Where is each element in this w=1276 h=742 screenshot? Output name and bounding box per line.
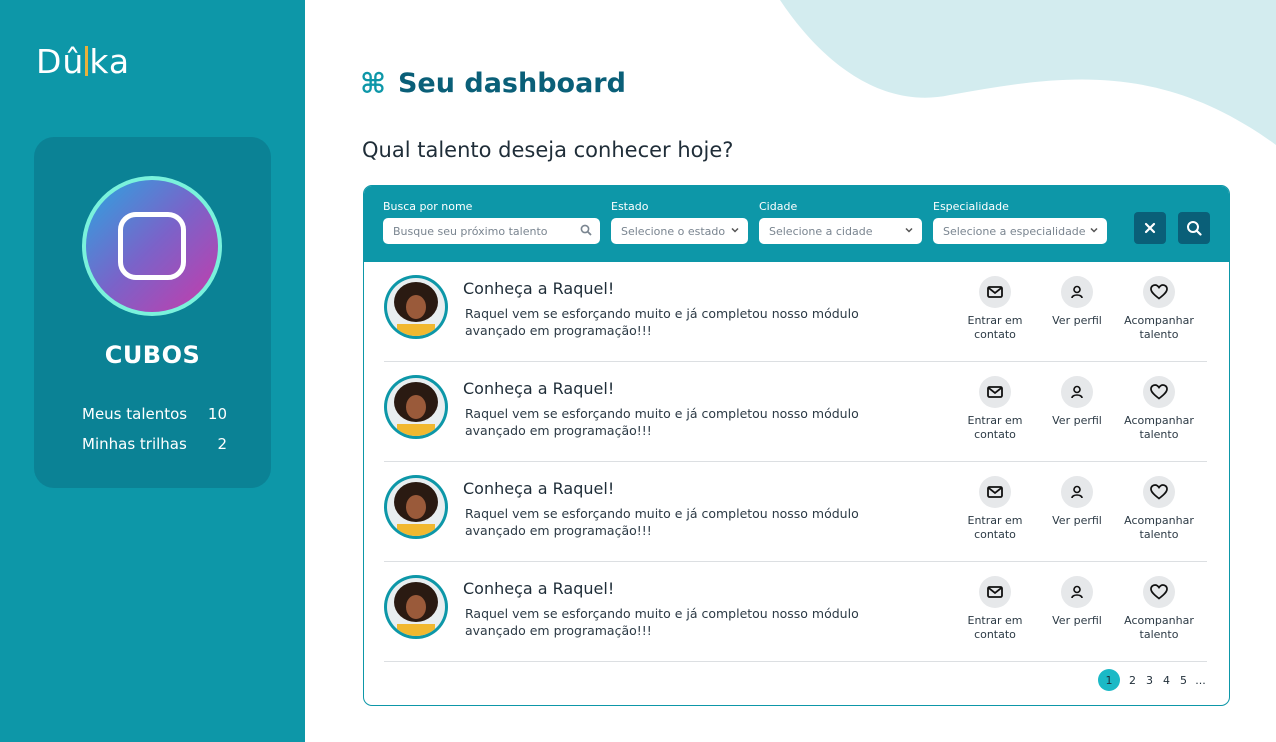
search-input[interactable]: Busque seu próximo talento: [383, 218, 600, 244]
contact-button[interactable]: Entrar em contato: [955, 576, 1035, 642]
filter-bar: Busca por nome Busque seu próximo talent…: [364, 186, 1229, 262]
talent-row: Conheça a Raquel! Raquel vem se esforçan…: [384, 362, 1207, 462]
page-1-button[interactable]: 1: [1098, 669, 1120, 691]
heart-icon: [1143, 276, 1175, 308]
talent-avatar[interactable]: [384, 375, 448, 439]
talent-avatar[interactable]: [384, 275, 448, 339]
view-profile-button[interactable]: Ver perfil: [1037, 276, 1117, 328]
close-icon: [1144, 222, 1156, 234]
page-subtitle: Qual talento deseja conhecer hoje?: [362, 138, 734, 162]
stat-value: 2: [217, 435, 227, 453]
contact-button[interactable]: Entrar em contato: [955, 276, 1035, 342]
user-icon: [1061, 576, 1093, 608]
state-select[interactable]: Selecione o estado: [611, 218, 748, 244]
stat-talents[interactable]: Meus talentos 10: [82, 405, 227, 423]
decorative-blob: [780, 0, 1276, 145]
chevron-down-icon: [1089, 225, 1099, 238]
contact-button[interactable]: Entrar em contato: [955, 376, 1035, 442]
page-title: ⌘ Seu dashboard: [360, 66, 626, 100]
profile-card: CUBOS Meus talentos 10 Minhas trilhas 2: [34, 137, 271, 488]
talent-title: Conheça a Raquel!: [463, 579, 615, 598]
talent-title: Conheça a Raquel!: [463, 279, 615, 298]
logo[interactable]: Dû ka: [36, 42, 130, 81]
talent-row: Conheça a Raquel! Raquel vem se esforçan…: [384, 262, 1207, 362]
chevron-down-icon: [730, 225, 740, 238]
follow-talent-button[interactable]: Acompanhar talento: [1119, 276, 1199, 342]
talent-description: Raquel vem se esforçando muito e já comp…: [465, 306, 859, 338]
company-avatar: [82, 176, 222, 316]
view-profile-button[interactable]: Ver perfil: [1037, 576, 1117, 628]
sidebar: Dû ka CUBOS Meus talentos 10 Minhas trilh…: [0, 0, 305, 742]
stat-label: Meus talentos: [82, 405, 188, 423]
chevron-down-icon: [904, 225, 914, 238]
filter-specialty: Especialidade Selecione a especialidade: [933, 200, 1107, 244]
page-3-button[interactable]: 3: [1143, 674, 1156, 687]
search-button[interactable]: [1178, 212, 1210, 244]
filter-state: Estado Selecione o estado: [611, 200, 748, 244]
stat-value: 10: [207, 405, 227, 423]
heart-icon: [1143, 376, 1175, 408]
talent-title: Conheça a Raquel!: [463, 379, 615, 398]
talent-avatar[interactable]: [384, 475, 448, 539]
specialty-select[interactable]: Selecione a especialidade: [933, 218, 1107, 244]
search-icon: [580, 224, 592, 239]
talent-panel: Busca por nome Busque seu próximo talent…: [363, 185, 1230, 706]
mail-icon: [979, 576, 1011, 608]
user-icon: [1061, 276, 1093, 308]
filter-city: Cidade Selecione a cidade: [759, 200, 922, 244]
follow-talent-button[interactable]: Acompanhar talento: [1119, 376, 1199, 442]
page-2-button[interactable]: 2: [1126, 674, 1139, 687]
city-select[interactable]: Selecione a cidade: [759, 218, 922, 244]
talent-list: Conheça a Raquel! Raquel vem se esforçan…: [384, 262, 1207, 662]
contact-button[interactable]: Entrar em contato: [955, 476, 1035, 542]
heart-icon: [1143, 476, 1175, 508]
heart-icon: [1143, 576, 1175, 608]
view-profile-button[interactable]: Ver perfil: [1037, 376, 1117, 428]
mail-icon: [979, 276, 1011, 308]
talent-description: Raquel vem se esforçando muito e já comp…: [465, 406, 859, 438]
stat-trails[interactable]: Minhas trilhas 2: [82, 435, 227, 453]
filter-name: Busca por nome Busque seu próximo talent…: [383, 200, 600, 244]
page-4-button[interactable]: 4: [1160, 674, 1173, 687]
talent-row: Conheça a Raquel! Raquel vem se esforçan…: [384, 562, 1207, 662]
cube-logo-icon: [118, 212, 186, 280]
talent-row: Conheça a Raquel! Raquel vem se esforçan…: [384, 462, 1207, 562]
command-icon: ⌘: [360, 66, 386, 100]
user-icon: [1061, 476, 1093, 508]
follow-talent-button[interactable]: Acompanhar talento: [1119, 476, 1199, 542]
mail-icon: [979, 476, 1011, 508]
clear-filters-button[interactable]: [1134, 212, 1166, 244]
view-profile-button[interactable]: Ver perfil: [1037, 476, 1117, 528]
more-pages[interactable]: ...: [1194, 674, 1207, 687]
company-name: CUBOS: [104, 341, 201, 369]
talent-title: Conheça a Raquel!: [463, 479, 615, 498]
search-icon: [1187, 221, 1202, 236]
talent-description: Raquel vem se esforçando muito e já comp…: [465, 606, 859, 638]
mail-icon: [979, 376, 1011, 408]
pagination: 1 2 3 4 5 ...: [1098, 669, 1207, 691]
follow-talent-button[interactable]: Acompanhar talento: [1119, 576, 1199, 642]
user-icon: [1061, 376, 1093, 408]
page-5-button[interactable]: 5: [1177, 674, 1190, 687]
stat-label: Minhas trilhas: [82, 435, 187, 453]
talent-avatar[interactable]: [384, 575, 448, 639]
talent-description: Raquel vem se esforçando muito e já comp…: [465, 506, 859, 538]
